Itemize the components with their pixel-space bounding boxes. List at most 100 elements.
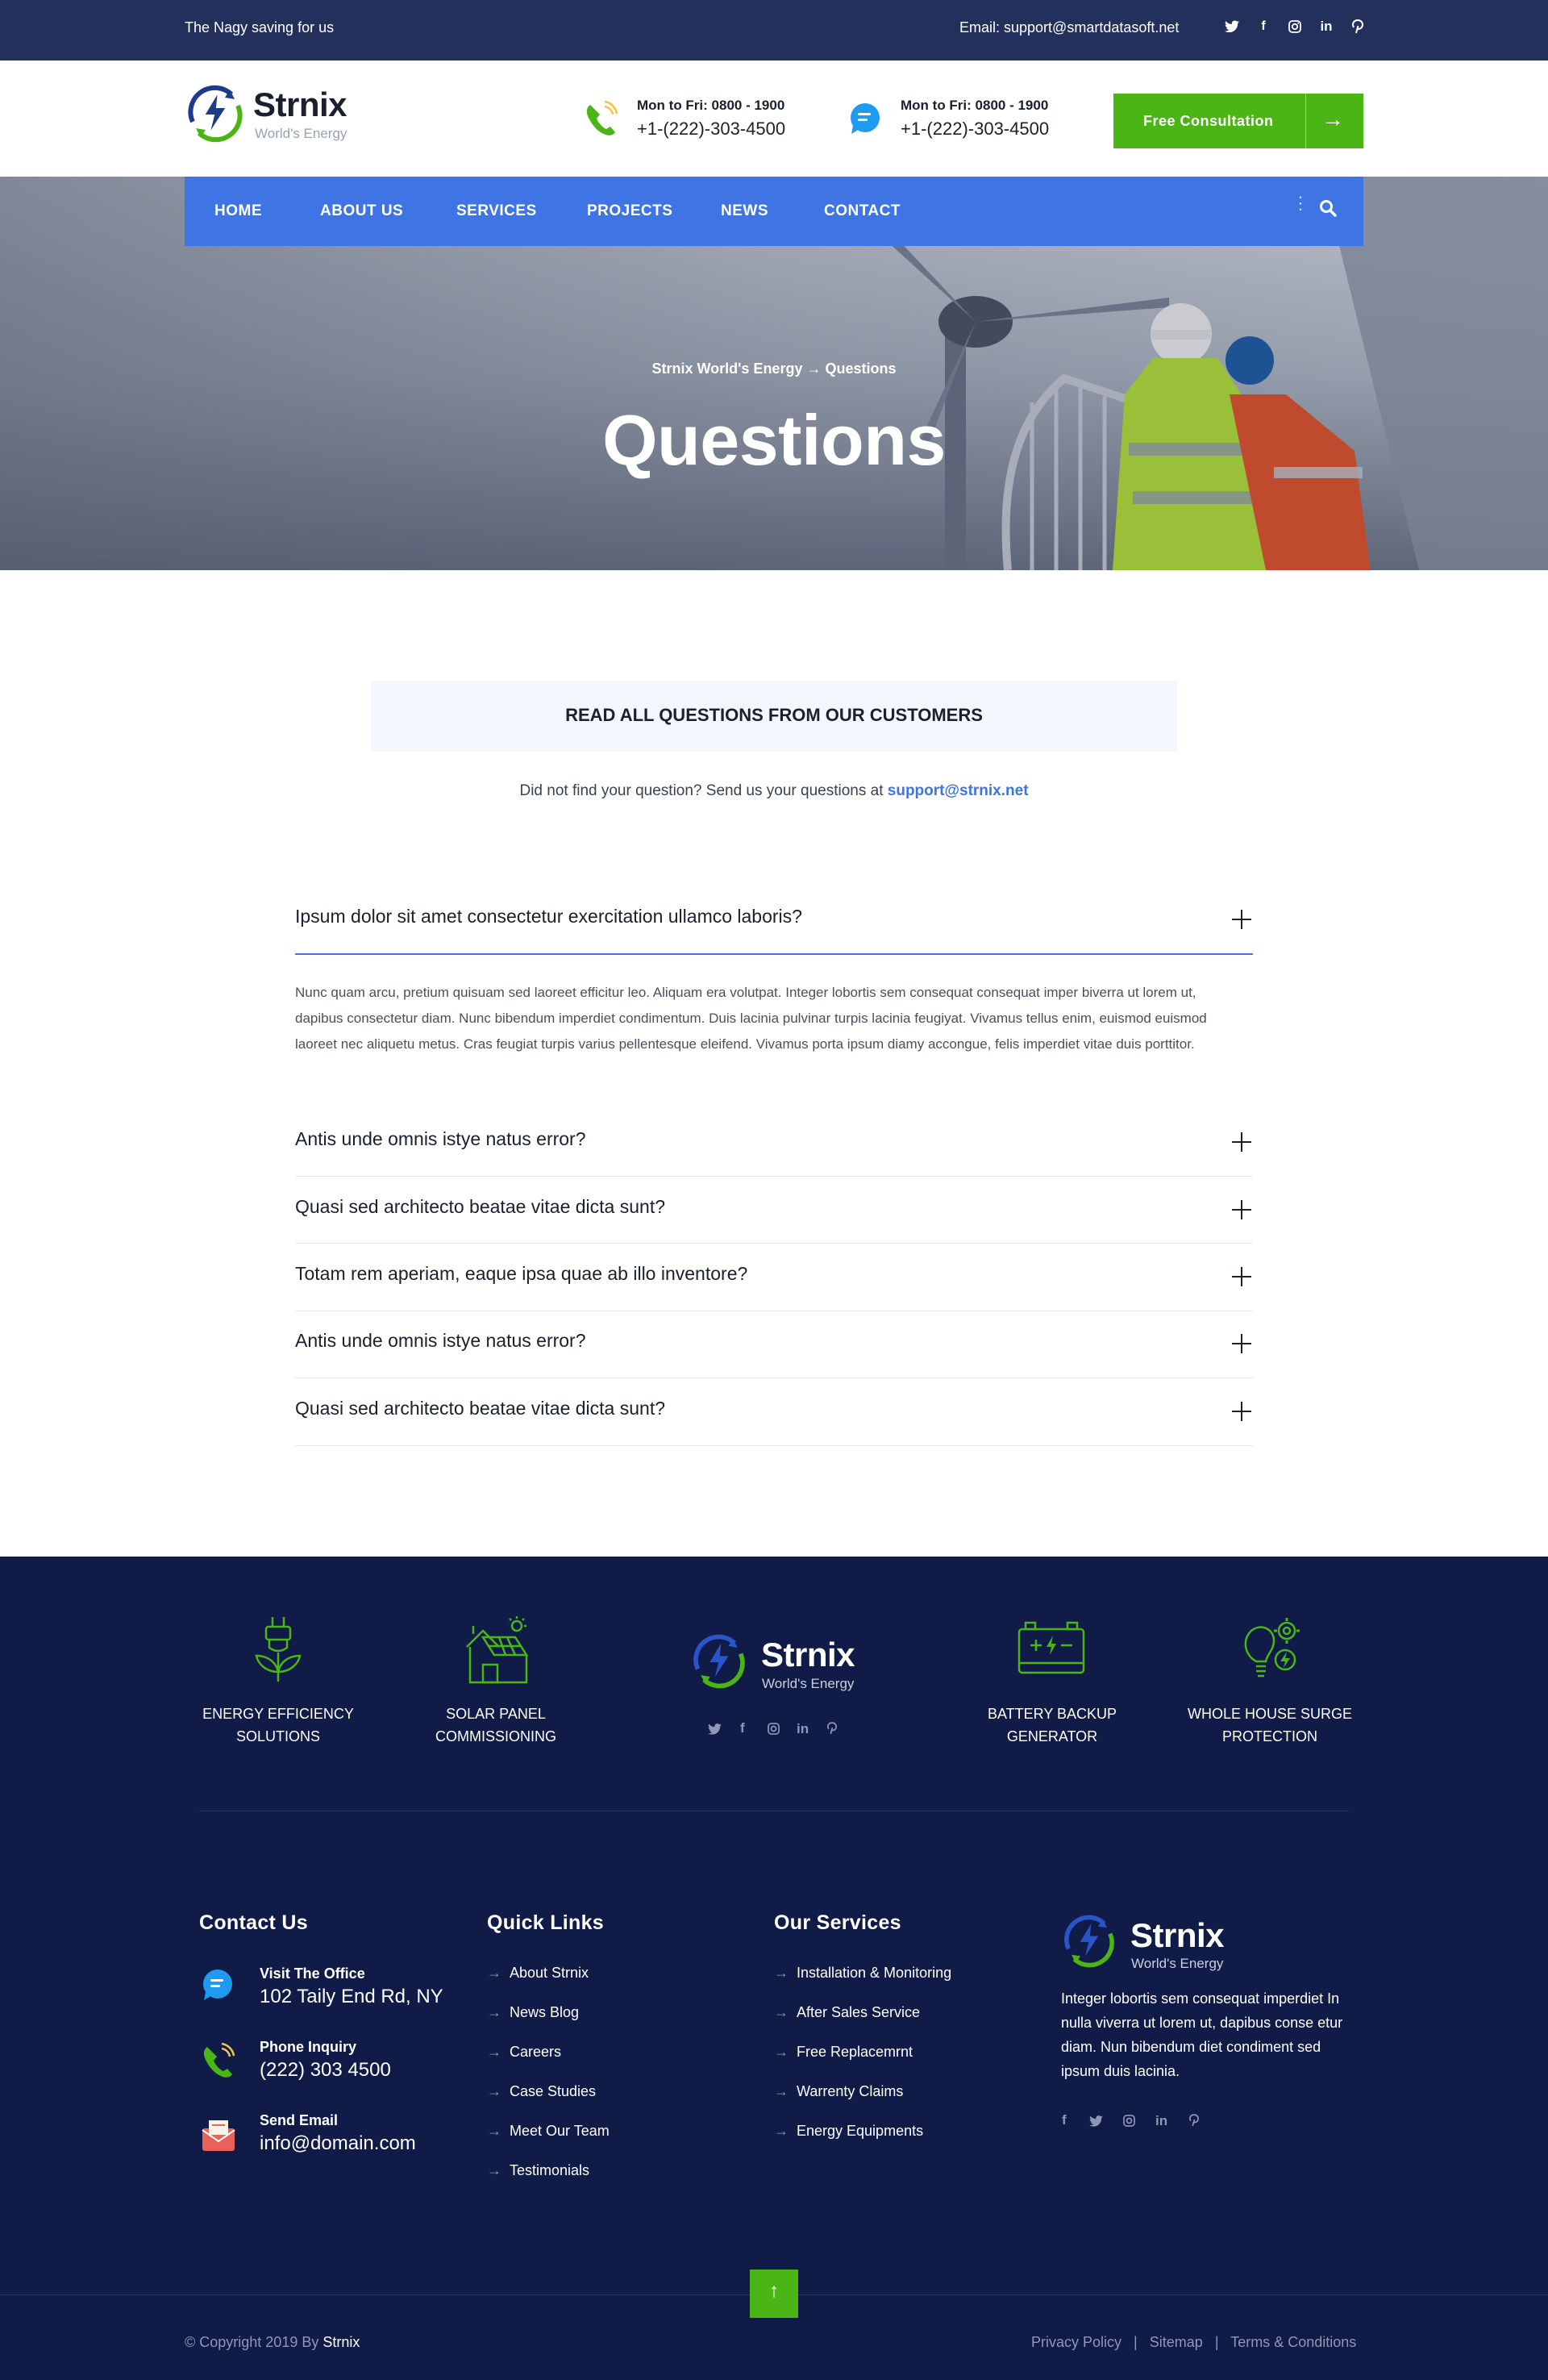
faq-divider [295, 1176, 1253, 1177]
phone-value[interactable]: (222) 303 4500 [260, 2059, 391, 2082]
faq-question-2[interactable]: Antis unde omnis istye natus error? [295, 1128, 1253, 1150]
plus-icon[interactable] [1230, 1400, 1253, 1423]
instagram-icon[interactable] [1123, 2115, 1135, 2131]
footer-brand-subtitle: World's Energy [762, 1676, 855, 1691]
arrow-right-icon: → [487, 1965, 501, 1981]
nav-item-services[interactable]: SERVICES [456, 202, 537, 220]
linkedin-icon[interactable]: in [797, 1721, 809, 1737]
feature-energy-efficiency[interactable]: ENERGY EFFICIENCY SOLUTIONS [185, 1703, 371, 1748]
faq-question-3[interactable]: Quasi sed architecto beatae vitae dicta … [295, 1196, 1253, 1218]
contact-hours-1: Mon to Fri: 0800 - 1900 +1-(222)-303-450… [637, 98, 785, 140]
arrow-right-icon: → [774, 2044, 789, 2060]
scroll-to-top-button[interactable]: ↑ [750, 2270, 798, 2318]
plus-icon[interactable] [1230, 1198, 1253, 1221]
email-value[interactable]: info@domain.com [260, 2132, 416, 2155]
quick-link-case-studies[interactable]: → Case Studies [487, 2083, 596, 2100]
feature-battery-backup[interactable]: BATTERY BACKUP GENERATOR [959, 1703, 1145, 1748]
linkedin-icon[interactable]: in [1155, 2113, 1167, 2129]
footer-contact-heading: Contact Us [199, 1911, 308, 1934]
feature-surge-protection[interactable]: WHOLE HOUSE SURGE PROTECTION [1177, 1703, 1363, 1748]
contact-phone-value[interactable]: +1-(222)-303-4500 [637, 119, 785, 140]
nav-item-projects[interactable]: PROJECTS [587, 202, 672, 220]
contact-phone-value[interactable]: +1-(222)-303-4500 [901, 119, 1049, 140]
copyright: © Copyright 2019 By Strnix [185, 2334, 360, 2351]
quick-link-testimonials[interactable]: → Testimonials [487, 2162, 589, 2179]
instagram-icon[interactable] [1286, 18, 1304, 35]
service-link-replacement[interactable]: → Free Replacemrnt [774, 2044, 913, 2061]
questions-subtext: Did not find your question? Send us your… [0, 782, 1548, 800]
footer-brand-name[interactable]: Strnix [761, 1636, 855, 1674]
nav-item-home[interactable]: HOME [214, 202, 262, 220]
instagram-icon[interactable] [768, 1723, 780, 1739]
quick-link-careers[interactable]: → Careers [487, 2044, 561, 2061]
service-link-after-sales[interactable]: → After Sales Service [774, 2004, 920, 2021]
quick-link-news[interactable]: → News Blog [487, 2004, 579, 2021]
email-label: Send Email [260, 2112, 339, 2128]
linkedin-icon[interactable]: in [1317, 18, 1335, 35]
feature-line: WHOLE HOUSE SURGE [1187, 1706, 1353, 1722]
pinterest-icon[interactable] [826, 1722, 838, 1739]
footer-services-heading: Our Services [774, 1911, 901, 1934]
envelope-icon [201, 2117, 236, 2153]
free-consultation-button[interactable]: Free Consultation → [1113, 94, 1363, 148]
topbar-email[interactable]: Email: support@smartdatasoft.net [959, 19, 1179, 36]
nav-item-contact[interactable]: CONTACT [824, 202, 901, 220]
feature-solar-panel[interactable]: SOLAR PANEL COMMISSIONING [403, 1703, 589, 1748]
sitemap-link[interactable]: Sitemap [1150, 2334, 1203, 2350]
facebook-icon[interactable]: f [1255, 18, 1272, 35]
pinterest-icon[interactable] [1188, 2114, 1200, 2131]
footer-about-brand-name[interactable]: Strnix [1130, 1916, 1225, 1955]
page-title: Questions [602, 400, 946, 480]
plug-leaf-icon [250, 1615, 306, 1683]
faq-question-6[interactable]: Quasi sed architecto beatae vitae dicta … [295, 1398, 1253, 1419]
service-link-warranty[interactable]: → Warrenty Claims [774, 2083, 903, 2100]
contact-hours-label: Mon to Fri: 0800 - 1900 [901, 98, 1049, 113]
link-label: Careers [510, 2044, 562, 2060]
arrow-right-icon: → [774, 2083, 789, 2099]
twitter-icon[interactable] [1223, 18, 1241, 35]
plus-icon[interactable] [1230, 908, 1253, 931]
copyright-brand[interactable]: Strnix [322, 2334, 360, 2350]
feature-line: SOLUTIONS [235, 1728, 321, 1744]
brand-name[interactable]: Strnix [253, 85, 347, 124]
nav-item-news[interactable]: NEWS [721, 202, 768, 220]
nav-item-about-us[interactable]: ABOUT US [320, 202, 403, 220]
plus-icon[interactable] [1230, 1332, 1253, 1355]
main-navigation: HOME ABOUT US SERVICES PROJECTS NEWS CON… [185, 177, 1363, 246]
plus-icon[interactable] [1230, 1265, 1253, 1288]
footer-brand-logo-icon[interactable] [690, 1632, 751, 1694]
faq-question-1[interactable]: Ipsum dolor sit amet consectetur exercit… [295, 906, 1253, 927]
twitter-icon[interactable] [1089, 2115, 1103, 2131]
link-label: Case Studies [510, 2083, 597, 2099]
footer-about-logo-icon[interactable] [1061, 1913, 1119, 1971]
faq-active-divider [295, 953, 1253, 955]
search-icon[interactable] [1319, 199, 1337, 221]
more-dots-icon[interactable]: ⋮ [1292, 194, 1309, 212]
twitter-icon[interactable] [708, 1723, 722, 1739]
arrow-right-icon: → [487, 2004, 501, 2020]
faq-question-4[interactable]: Totam rem aperiam, eaque ipsa quae ab il… [295, 1263, 1253, 1285]
support-email-link[interactable]: support@strnix.net [888, 782, 1029, 799]
quick-link-team[interactable]: → Meet Our Team [487, 2123, 610, 2140]
facebook-icon[interactable]: f [740, 1720, 745, 1736]
pinterest-icon[interactable] [1349, 18, 1367, 35]
breadcrumb-home[interactable]: Strnix World's Energy [651, 361, 802, 377]
arrow-right-icon: → [487, 2044, 501, 2060]
terms-link[interactable]: Terms & Conditions [1230, 2334, 1356, 2350]
plus-icon[interactable] [1230, 1131, 1253, 1153]
link-label: Meet Our Team [510, 2123, 610, 2139]
service-link-equipments[interactable]: → Energy Equipments [774, 2123, 923, 2140]
footer-about-description: Integer lobortis sem consequat imperdiet… [1061, 1990, 1343, 2079]
contact-office: Visit The Office 102 Taily End Rd, NY [260, 1965, 443, 2008]
service-link-installation[interactable]: → Installation & Monitoring [774, 1965, 951, 1982]
quick-link-about[interactable]: → About Strnix [487, 1965, 589, 1982]
arrow-right-icon: → [487, 2162, 501, 2178]
brand-logo-icon[interactable] [185, 83, 249, 148]
facebook-icon[interactable]: f [1062, 2112, 1067, 2128]
privacy-policy-link[interactable]: Privacy Policy [1031, 2334, 1121, 2350]
contact-phone: Phone Inquiry (222) 303 4500 [260, 2039, 391, 2082]
copyright-text: © Copyright 2019 By [185, 2334, 319, 2350]
phone-icon [584, 100, 618, 137]
arrow-right-icon: → [487, 2123, 501, 2139]
faq-question-5[interactable]: Antis unde omnis istye natus error? [295, 1330, 1253, 1352]
